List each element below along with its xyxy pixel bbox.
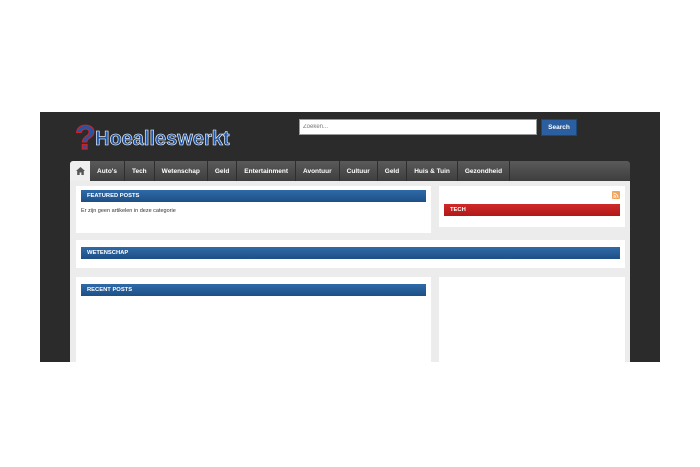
content-area: FEATURED POSTS Er zijn geen artikelen in… bbox=[70, 181, 630, 362]
nav-item-entertainment[interactable]: Entertainment bbox=[237, 161, 296, 181]
logo-graphic: ? Hoealleswerkt bbox=[75, 118, 230, 157]
nav-home[interactable] bbox=[70, 161, 90, 181]
recent-posts-panel: RECENT POSTS bbox=[76, 277, 431, 362]
main-navigation: Auto's Tech Wetenschap Geld Entertainmen… bbox=[70, 161, 630, 181]
featured-posts-panel: FEATURED POSTS Er zijn geen artikelen in… bbox=[76, 186, 431, 233]
nav-item-avontuur[interactable]: Avontuur bbox=[296, 161, 340, 181]
nav-item-autos[interactable]: Auto's bbox=[90, 161, 125, 181]
search-input[interactable] bbox=[299, 119, 537, 135]
wetenschap-panel: WETENSCHAP bbox=[76, 240, 625, 268]
featured-posts-header: FEATURED POSTS bbox=[81, 190, 426, 202]
svg-text:Hoealleswerkt: Hoealleswerkt bbox=[95, 128, 230, 150]
sidebar-panel bbox=[439, 277, 625, 362]
svg-text:?: ? bbox=[75, 119, 96, 157]
featured-empty-message: Er zijn geen artikelen in deze categorie bbox=[81, 208, 176, 214]
tech-widget: TECH bbox=[439, 186, 625, 227]
site-logo[interactable]: ? Hoealleswerkt bbox=[75, 118, 275, 158]
recent-posts-header: RECENT POSTS bbox=[81, 284, 426, 296]
home-icon bbox=[75, 167, 85, 175]
rss-icon[interactable] bbox=[612, 191, 620, 199]
wetenschap-header: WETENSCHAP bbox=[81, 247, 620, 259]
nav-item-wetenschap[interactable]: Wetenschap bbox=[155, 161, 208, 181]
nav-item-tech[interactable]: Tech bbox=[125, 161, 155, 181]
nav-item-gezondheid[interactable]: Gezondheid bbox=[458, 161, 511, 181]
nav-item-geld-2[interactable]: Geld bbox=[378, 161, 408, 181]
tech-widget-header: TECH bbox=[444, 204, 620, 216]
nav-item-cultuur[interactable]: Cultuur bbox=[340, 161, 378, 181]
site-frame: ? Hoealleswerkt Search Auto's Tech Weten… bbox=[40, 112, 660, 362]
nav-item-huis-tuin[interactable]: Huis & Tuin bbox=[407, 161, 458, 181]
search-button[interactable]: Search bbox=[541, 119, 577, 136]
nav-item-geld[interactable]: Geld bbox=[208, 161, 238, 181]
